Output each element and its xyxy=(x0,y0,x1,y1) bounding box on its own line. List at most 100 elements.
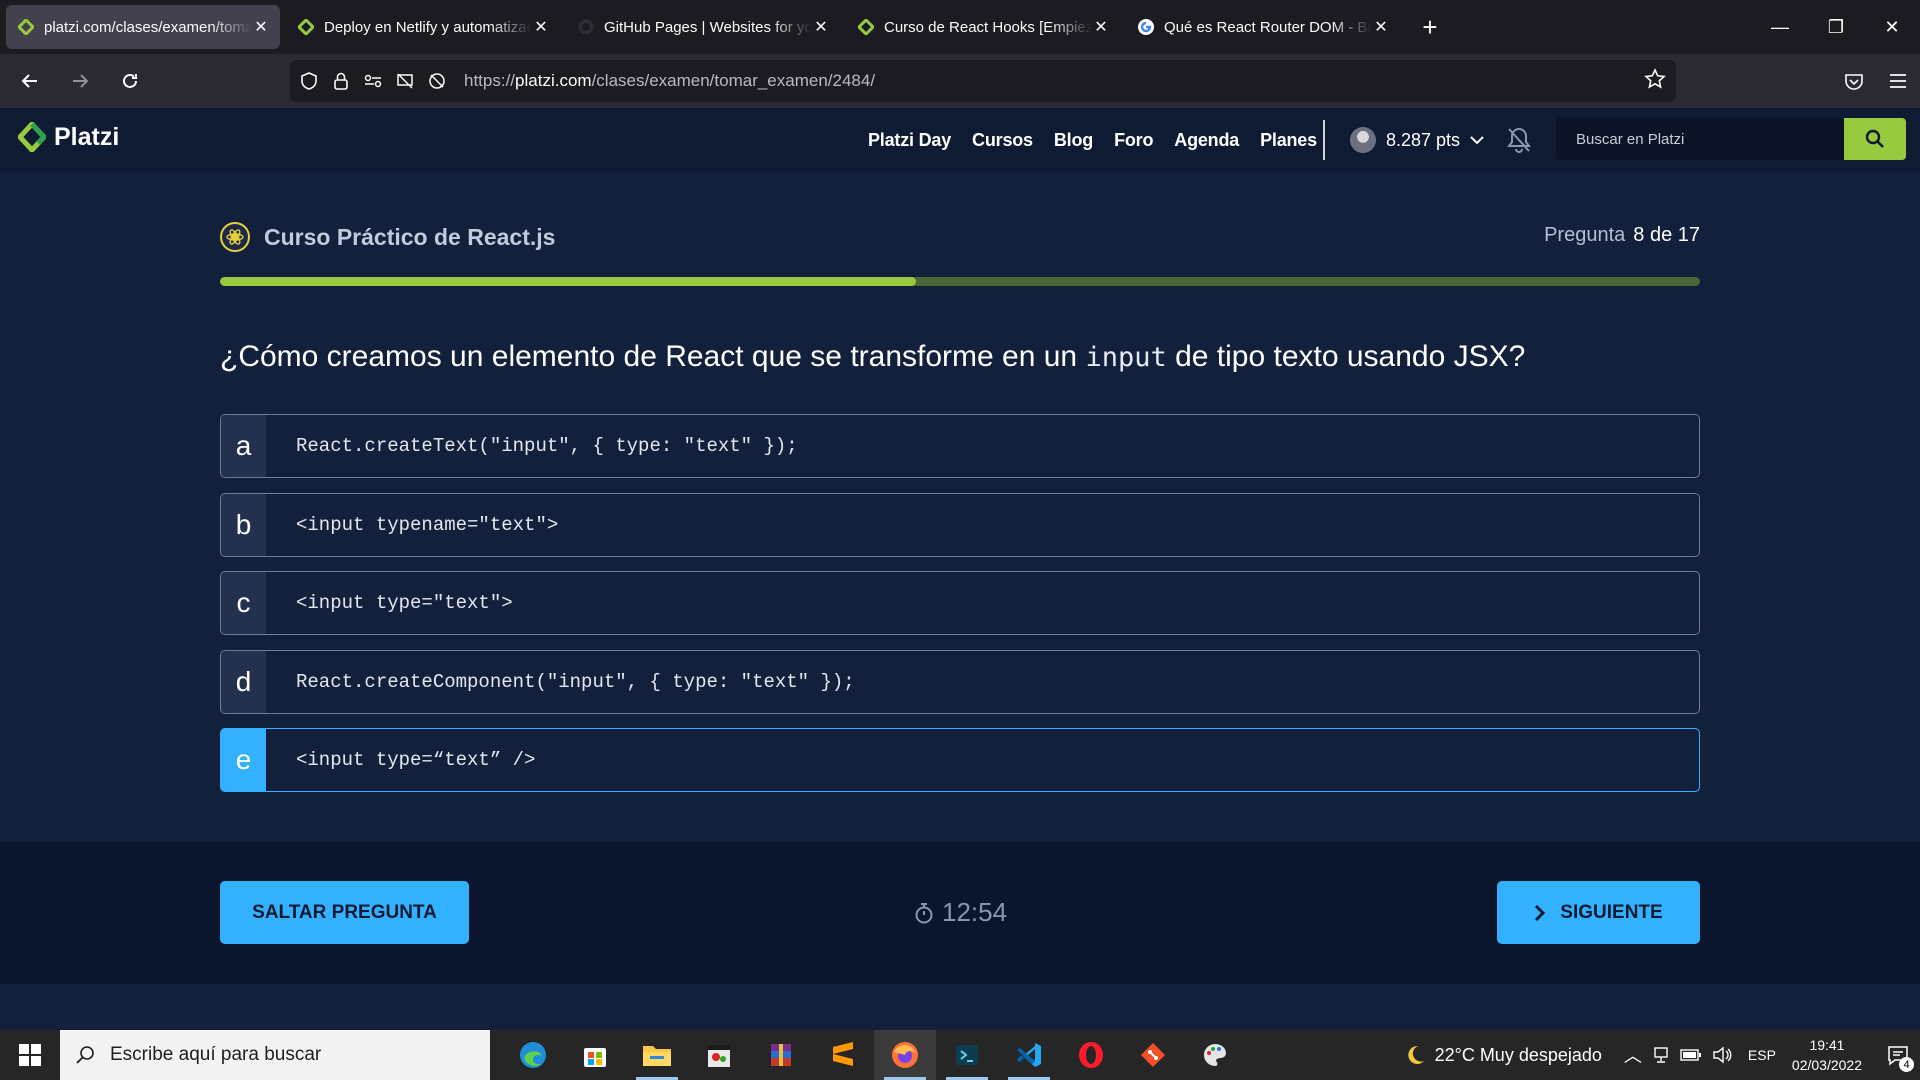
input-language[interactable]: ESP xyxy=(1748,1047,1776,1063)
answer-option-d[interactable]: d React.createComponent("input", { type:… xyxy=(220,649,1700,714)
bookmark-star-icon[interactable] xyxy=(1644,68,1666,95)
tab-title: Deploy en Netlify y automatización xyxy=(324,18,532,36)
restore-icon[interactable]: ❐ xyxy=(1808,0,1864,54)
permissions-icon[interactable] xyxy=(360,68,386,94)
tab-title: GitHub Pages | Websites for you xyxy=(604,18,812,36)
tab-title: Curso de React Hooks [Empieza Gratis] xyxy=(884,18,1092,36)
lock-icon[interactable] xyxy=(328,68,354,94)
exam-progress-fill xyxy=(220,277,916,286)
points-text: 8.287 pts xyxy=(1386,129,1461,150)
chevron-down-icon xyxy=(1470,136,1484,145)
ms-store-icon[interactable] xyxy=(564,1030,626,1080)
clock-date: 02/03/2022 xyxy=(1791,1057,1862,1073)
window-controls: — ❐ ✕ xyxy=(1752,0,1920,54)
taskbar-apps xyxy=(502,1030,1246,1080)
file-explorer-icon[interactable] xyxy=(626,1030,688,1080)
winrar-icon[interactable] xyxy=(750,1030,812,1080)
url-text[interactable]: https://platzi.com/clases/examen/tomar_e… xyxy=(464,71,875,91)
platzi-logo[interactable]: Platzi xyxy=(18,122,119,152)
git-gui-icon[interactable] xyxy=(1122,1030,1184,1080)
avatar xyxy=(1350,127,1376,153)
taskbar-search-placeholder: Escribe aquí para buscar xyxy=(110,1044,322,1065)
exam-progress-bar xyxy=(220,277,1700,286)
pocket-icon[interactable] xyxy=(1832,54,1876,108)
platzi-logo-text: Platzi xyxy=(54,122,120,151)
close-icon[interactable]: ✕ xyxy=(532,17,550,37)
close-window-icon[interactable]: ✕ xyxy=(1864,0,1920,54)
nav-planes[interactable]: Planes xyxy=(1260,130,1317,151)
url-bar[interactable]: https://platzi.com/clases/examen/tomar_e… xyxy=(290,60,1676,102)
browser-tab[interactable]: Qué es React Router DOM - Bus ✕ xyxy=(1126,5,1400,49)
network-icon[interactable] xyxy=(1652,1046,1670,1064)
skip-question-button[interactable]: SALTAR PREGUNTA xyxy=(220,881,469,944)
edge-icon[interactable] xyxy=(502,1030,564,1080)
firefox-icon[interactable] xyxy=(874,1030,936,1080)
search-input[interactable] xyxy=(1556,118,1844,160)
toolbar-right xyxy=(1832,54,1920,108)
close-icon[interactable]: ✕ xyxy=(812,17,830,37)
answer-letter: d xyxy=(221,650,266,713)
nav-platzi-day[interactable]: Platzi Day xyxy=(868,130,951,151)
answer-list: a React.createText("input", { type: "tex… xyxy=(220,414,1700,807)
close-icon[interactable]: ✕ xyxy=(1372,17,1390,37)
vscode-icon[interactable] xyxy=(998,1030,1060,1080)
question-counter: Pregunta 8 de 17 xyxy=(1544,224,1700,247)
course-name: Curso Práctico de React.js xyxy=(264,223,556,250)
timer-value: 12:54 xyxy=(942,897,1008,927)
sublime-text-icon[interactable] xyxy=(812,1030,874,1080)
answer-option-e[interactable]: e <input type=“text” /> xyxy=(220,728,1700,792)
answer-letter: a xyxy=(221,415,266,477)
chevron-right-icon xyxy=(1535,904,1546,921)
next-button-label: SIGUIENTE xyxy=(1560,901,1663,923)
course-title: Curso Práctico de React.js xyxy=(220,222,555,252)
browser-tab[interactable]: Curso de React Hooks [Empieza Gratis] ✕ xyxy=(846,5,1120,49)
forward-arrow-icon[interactable] xyxy=(60,61,100,101)
browser-nav-bar: https://platzi.com/clases/examen/tomar_e… xyxy=(0,54,1920,108)
opera-icon[interactable] xyxy=(1060,1030,1122,1080)
notification-count: 4 xyxy=(1899,1057,1914,1072)
nav-blog[interactable]: Blog xyxy=(1054,130,1093,151)
nav-cursos[interactable]: Cursos xyxy=(972,130,1033,151)
question-code: input xyxy=(1085,342,1167,373)
browser-tab[interactable]: GitHub Pages | Websites for you ✕ xyxy=(566,5,840,49)
next-button[interactable]: SIGUIENTE xyxy=(1497,881,1700,944)
nav-foro[interactable]: Foro xyxy=(1114,130,1153,151)
platzi-icon xyxy=(16,17,36,37)
menu-hamburger-icon[interactable] xyxy=(1876,54,1920,108)
question-text: ¿Cómo creamos un elemento de React que s… xyxy=(220,340,1526,373)
reload-icon[interactable] xyxy=(110,61,150,101)
notification-center-icon[interactable]: 4 xyxy=(1876,1030,1920,1080)
minimize-icon[interactable]: — xyxy=(1752,0,1808,54)
taskbar-clock[interactable]: 19:41 02/03/2022 xyxy=(1792,1035,1862,1075)
answer-code: React.createText("input", { type: "text"… xyxy=(296,435,798,457)
paint-app-icon[interactable] xyxy=(688,1030,750,1080)
answer-option-a[interactable]: a React.createText("input", { type: "tex… xyxy=(220,414,1700,478)
notifications-off-bell-icon[interactable] xyxy=(1506,126,1532,159)
terminal-app-icon[interactable] xyxy=(936,1030,998,1080)
close-icon[interactable]: ✕ xyxy=(1092,17,1110,37)
close-icon[interactable]: ✕ xyxy=(252,17,270,37)
answer-code: React.createComponent("input", { type: "… xyxy=(296,670,855,693)
battery-icon[interactable] xyxy=(1680,1048,1702,1062)
answer-option-c[interactable]: c <input type="text"> xyxy=(220,571,1700,635)
search-button[interactable] xyxy=(1844,118,1906,160)
tracking-blocked-icon[interactable] xyxy=(424,68,450,94)
weather-widget[interactable]: 22°C Muy despejado xyxy=(1403,1043,1602,1067)
new-tab-button[interactable]: + xyxy=(1410,7,1450,47)
taskbar-search[interactable]: Escribe aquí para buscar xyxy=(60,1030,490,1080)
answer-option-b[interactable]: b <input typename="text"> xyxy=(220,492,1700,557)
screen-share-blocked-icon[interactable] xyxy=(392,68,418,94)
browser-tab[interactable]: Deploy en Netlify y automatización ✕ xyxy=(286,5,560,49)
user-points-menu[interactable]: 8.287 pts xyxy=(1350,108,1484,172)
nav-agenda[interactable]: Agenda xyxy=(1174,130,1239,151)
platzi-header: Platzi Platzi Day Cursos Blog Foro Agend… xyxy=(0,108,1920,172)
volume-icon[interactable] xyxy=(1712,1046,1732,1064)
chevron-up-icon[interactable]: ︿ xyxy=(1624,1042,1642,1068)
paint-palette-icon[interactable] xyxy=(1184,1030,1246,1080)
back-arrow-icon[interactable] xyxy=(10,61,50,101)
shield-icon[interactable] xyxy=(296,68,322,94)
search-icon xyxy=(76,1046,94,1064)
tab-title: Qué es React Router DOM - Bus xyxy=(1164,18,1372,36)
browser-tab[interactable]: platzi.com/clases/examen/tomar_examen/24… xyxy=(6,5,280,49)
windows-start-icon[interactable] xyxy=(0,1030,60,1080)
